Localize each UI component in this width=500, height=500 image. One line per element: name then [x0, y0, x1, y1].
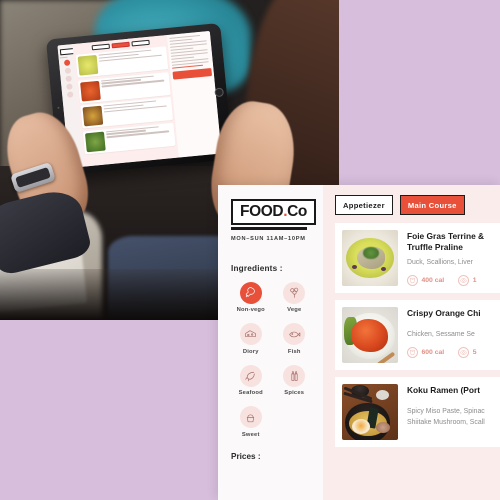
menu-item-description: Spicy Miso Paste, Spinac — [407, 407, 485, 415]
broccoli-icon — [283, 281, 306, 304]
brand-logo-text: FOOD.Co — [240, 204, 307, 220]
tablet-screen — [57, 30, 222, 169]
cheese-icon — [239, 323, 262, 345]
tablet-ing-dot — [65, 83, 73, 91]
brand-underline — [231, 226, 307, 230]
ingredient-label: Spices — [284, 390, 305, 396]
menu-item-body: Koku Ramen (Port Spicy Miso Paste, Spina… — [407, 384, 492, 440]
app-content: Appetiezer Main Course Foie Gras Terrine… — [323, 185, 500, 500]
views-value: 1 — [472, 276, 477, 284]
cupcake-icon — [239, 406, 262, 428]
calorie-badge: 400 cal — [407, 274, 445, 286]
menu-item-body: Crispy Orange Chi Chicken, Sessame Se 60… — [407, 307, 492, 363]
ingredient-filter-diory[interactable]: Diory — [231, 323, 271, 355]
prices-heading: Prices : — [231, 451, 261, 461]
ingredient-filter-vege[interactable]: Vege — [275, 281, 315, 313]
menu-item-body: Foie Gras Terrine & Truffle Praline Duck… — [407, 230, 492, 286]
views-badge: 5 — [458, 346, 477, 358]
shrimp-icon — [239, 364, 262, 387]
ingredient-label: Diory — [242, 348, 259, 355]
ingredient-label: Seafood — [238, 390, 263, 396]
menu-item-description-line2: Shiitake Mushroom, Scall — [407, 418, 485, 426]
orange-chicken-photo — [342, 307, 398, 363]
calorie-value: 600 cal — [421, 348, 445, 356]
tablet-ing-dot — [63, 59, 71, 67]
brand-logo[interactable]: FOOD.Co — [231, 199, 316, 225]
menu-item-description: Chicken, Sessame Se — [407, 330, 475, 338]
category-tabs: Appetiezer Main Course — [323, 192, 500, 223]
menu-item-description: Duck, Scallions, Liver — [407, 258, 473, 266]
tab-appetizer[interactable]: Appetiezer — [335, 195, 393, 215]
ingredient-label: Sweet — [241, 431, 260, 438]
ingredient-filter-non-vego[interactable]: Non-vego — [231, 281, 271, 313]
tablet-menu-list — [72, 35, 179, 167]
tablet-tab — [111, 41, 130, 49]
eye-icon — [458, 346, 470, 358]
tablet-ing-dot — [66, 91, 74, 99]
calorie-value: 400 cal — [421, 276, 445, 284]
tablet-camera-icon — [57, 106, 60, 109]
spices-icon — [283, 364, 306, 387]
food-app-panel: FOOD.Co MON–SUN 11AM–10PM Ingredients : … — [218, 185, 500, 500]
tablet-tab — [131, 39, 150, 47]
tablet-line — [59, 56, 68, 59]
tablet-order-button — [172, 68, 213, 80]
tab-main-course[interactable]: Main Course — [399, 195, 465, 215]
menu-item-meta: 400 cal 1 — [407, 274, 492, 286]
ingredients-grid: Non-vego Vege Diory Fish Seafood Spices … — [231, 281, 315, 438]
foie-gras-photo — [342, 230, 398, 286]
brand-name-suffix: Co — [287, 203, 307, 220]
menu-item-name: Koku Ramen (Port — [407, 385, 481, 395]
calorie-badge: 600 cal — [407, 346, 445, 358]
tablet-ing-dot — [65, 75, 72, 83]
ingredient-label: Non-vego — [236, 307, 265, 313]
brand-name-main: FOOD — [240, 203, 284, 220]
ingredients-heading: Ingredients : — [231, 263, 283, 273]
views-value: 5 — [472, 348, 477, 356]
menu-item-name-line2: Truffle Praline — [407, 241, 463, 252]
calorie-icon — [407, 346, 418, 358]
tablet-ing-dot — [64, 67, 71, 75]
menu-item-meta: 600 cal 5 — [407, 346, 492, 358]
ingredient-label: Vege — [287, 307, 302, 313]
menu-item-koku-ramen[interactable]: Koku Ramen (Port Spicy Miso Paste, Spina… — [335, 377, 500, 447]
ingredient-filter-seafood[interactable]: Seafood — [231, 364, 271, 396]
calorie-icon — [407, 274, 418, 286]
ingredient-filter-sweet[interactable]: Sweet — [231, 406, 271, 438]
menu-item-foie-gras[interactable]: Foie Gras Terrine & Truffle Praline Duck… — [335, 223, 500, 293]
tablet-home-button — [214, 86, 225, 97]
opening-hours: MON–SUN 11AM–10PM — [231, 235, 306, 242]
menu-item-name: Crispy Orange Chi — [407, 308, 481, 318]
ramen-photo — [342, 384, 398, 440]
eye-icon — [458, 274, 470, 286]
menu-item-crispy-orange-chicken[interactable]: Crispy Orange Chi Chicken, Sessame Se 60… — [335, 300, 500, 370]
menu-list: Foie Gras Terrine & Truffle Praline Duck… — [323, 223, 500, 500]
views-badge: 1 — [458, 274, 477, 286]
app-sidebar: FOOD.Co MON–SUN 11AM–10PM Ingredients : … — [218, 185, 323, 500]
ingredient-filter-spices[interactable]: Spices — [275, 364, 315, 396]
fish-icon — [283, 323, 306, 345]
drumstick-icon — [239, 281, 262, 304]
ingredient-filter-fish[interactable]: Fish — [275, 323, 315, 355]
tablet-tab — [91, 43, 110, 51]
menu-item-name: Foie Gras Terrine & — [407, 231, 485, 241]
ingredient-label: Fish — [287, 348, 301, 355]
